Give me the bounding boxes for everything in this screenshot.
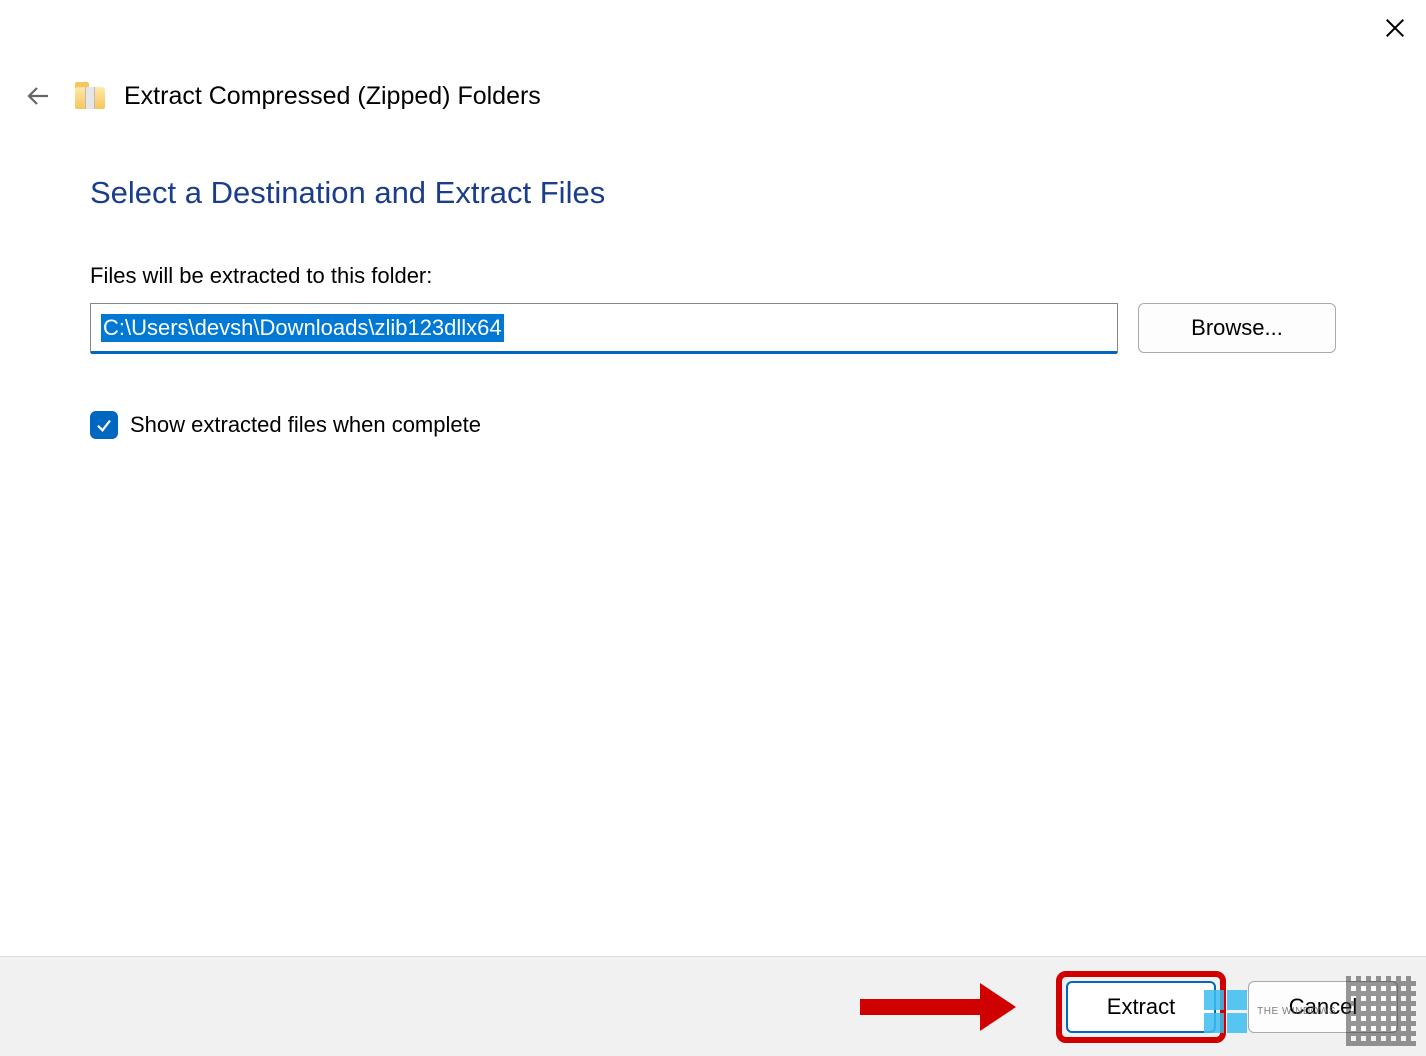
show-files-checkbox-label: Show extracted files when complete xyxy=(130,412,481,438)
show-files-checkbox-row: Show extracted files when complete xyxy=(90,411,1336,439)
dialog-content: Select a Destination and Extract Files F… xyxy=(90,175,1336,439)
show-files-checkbox[interactable] xyxy=(90,411,118,439)
arrow-left-icon xyxy=(26,84,50,108)
back-button[interactable] xyxy=(20,78,56,114)
cancel-button[interactable]: Cancel xyxy=(1248,981,1398,1033)
dialog-footer: Extract Cancel xyxy=(0,956,1426,1056)
browse-button[interactable]: Browse... xyxy=(1138,303,1336,353)
extract-button-highlight: Extract xyxy=(1056,971,1226,1043)
path-label: Files will be extracted to this folder: xyxy=(90,263,1336,289)
destination-path-input-wrap[interactable]: C:\Users\devsh\Downloads\zlib123dllx64 xyxy=(90,303,1118,353)
titlebar xyxy=(0,0,1426,56)
dialog-title: Extract Compressed (Zipped) Folders xyxy=(124,82,541,111)
extract-button[interactable]: Extract xyxy=(1066,981,1216,1033)
dialog-header: Extract Compressed (Zipped) Folders xyxy=(20,78,541,114)
highlight-arrow-icon xyxy=(860,983,1016,1031)
checkmark-icon xyxy=(95,416,113,434)
close-icon xyxy=(1384,17,1406,39)
instruction-heading: Select a Destination and Extract Files xyxy=(90,175,1336,211)
destination-path-input[interactable] xyxy=(91,304,1117,352)
zip-folder-icon xyxy=(74,81,106,111)
close-button[interactable] xyxy=(1370,8,1420,48)
path-row: C:\Users\devsh\Downloads\zlib123dllx64 B… xyxy=(90,303,1336,353)
